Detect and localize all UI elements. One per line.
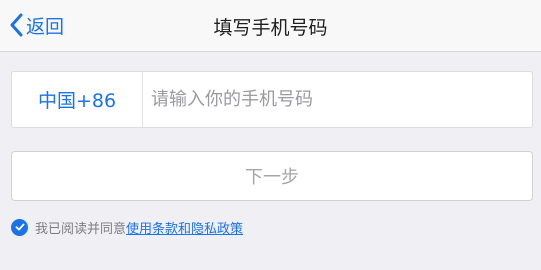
phone-number-input[interactable]	[143, 72, 532, 127]
terms-privacy-link[interactable]: 使用条款和隐私政策	[126, 218, 243, 237]
agreement-checkbox[interactable]	[11, 218, 28, 236]
phone-input-row: 中国+86	[11, 71, 533, 128]
agreement-row: 我已阅读并同意 使用条款和隐私政策	[11, 218, 243, 237]
country-code-selector[interactable]: 中国+86	[12, 72, 143, 127]
agreement-text: 我已阅读并同意	[35, 221, 127, 237]
next-step-button[interactable]: 下一步	[11, 151, 533, 201]
navigation-bar: 返回 填写手机号码	[0, 0, 541, 52]
check-icon	[15, 223, 25, 231]
page-title: 填写手机号码	[213, 17, 328, 39]
